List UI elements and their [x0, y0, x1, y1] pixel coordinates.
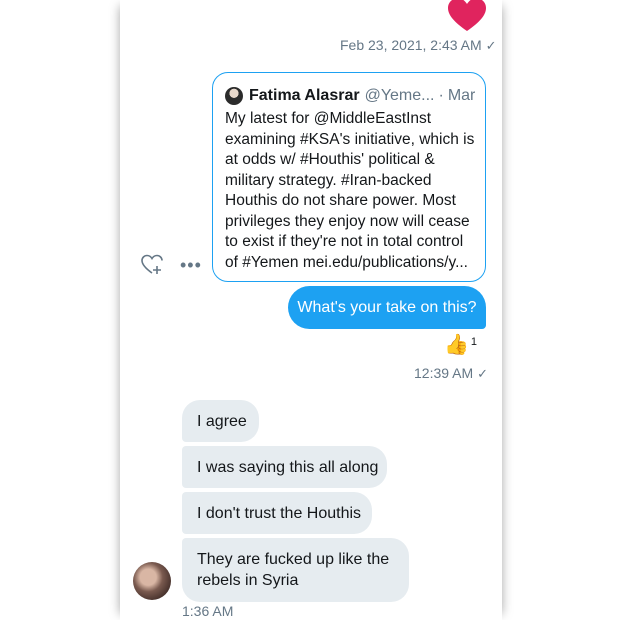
tweet-text-line: examining #KSA's initiative, which is: [225, 130, 475, 148]
sent-check-icon: ✓: [485, 38, 497, 53]
sent-check-icon: ✓: [477, 366, 489, 381]
message-text: rebels in Syria: [197, 572, 299, 589]
tweet-text-line: privileges they enjoy now will cease: [225, 212, 470, 230]
quoted-tweet-card[interactable]: Fatima Alasrar @Yeme... · Mar 25 My late…: [212, 72, 486, 282]
sender-avatar[interactable]: [133, 562, 171, 600]
incoming-message-timestamp: 1:36 AM: [182, 603, 234, 619]
outgoing-message-bubble[interactable]: What's your take on this?: [288, 286, 486, 329]
more-options-icon[interactable]: •••: [180, 255, 201, 275]
thumbs-up-icon: 👍: [444, 334, 469, 356]
top-message-timestamp: Feb 23, 2021, 2:43 AM: [340, 37, 482, 53]
incoming-message-bubble[interactable]: I was saying this all along: [182, 446, 387, 488]
left-margin: [0, 0, 120, 620]
tweet-text-line: My latest for @MiddleEastInst: [225, 110, 432, 127]
tweet-text-line: of #Yemen mei.edu/publications/y...: [225, 253, 468, 271]
tweet-author-avatar: [225, 87, 243, 105]
tweet-date: Mar 25: [447, 87, 475, 104]
top-message-meta: Feb 23, 2021, 2:43 AM ✓: [340, 37, 497, 54]
reaction-count: 1: [470, 336, 478, 348]
message-reaction[interactable]: 👍 1: [444, 334, 477, 358]
incoming-message-bubble[interactable]: I agree: [182, 400, 259, 442]
incoming-message-bubble[interactable]: They are fucked up like the rebels in Sy…: [182, 538, 409, 602]
incoming-message-bubble[interactable]: I don't trust the Houthis: [182, 492, 372, 534]
tweet-author-name: Fatima Alasrar: [249, 87, 360, 104]
heart-icon: [448, 0, 486, 31]
tweet-author-handle: @Yeme...: [364, 87, 435, 104]
message-text: I don't trust the Houthis: [197, 505, 362, 522]
message-text: I agree: [197, 413, 247, 430]
right-margin: [500, 0, 620, 620]
message-text: I was saying this all along: [197, 459, 379, 476]
quoted-tweet-header: Fatima Alasrar @Yeme... · Mar 25: [225, 85, 475, 107]
tweet-text-line: Houthis do not share power. Most: [225, 192, 456, 209]
outgoing-message-meta: 12:39 AM ✓: [414, 365, 488, 382]
tweet-separator: ·: [438, 87, 444, 104]
tweet-text-line: to exist if they're not in total control: [225, 233, 464, 250]
tweet-text-line: military strategy. #Iran-backed: [225, 171, 432, 189]
tweet-text-line: at odds w/ #Houthis' political &: [225, 151, 435, 168]
quoted-tweet-text: My latest for @MiddleEastInst examining …: [225, 109, 479, 273]
heart-plus-icon[interactable]: [141, 254, 163, 276]
outgoing-message-timestamp: 12:39 AM: [414, 365, 474, 381]
message-text: They are fucked up like the: [197, 551, 390, 568]
